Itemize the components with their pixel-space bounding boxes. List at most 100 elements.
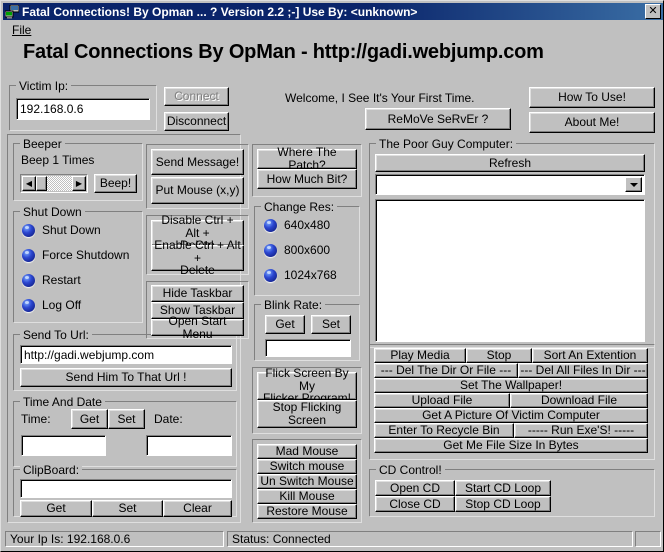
beeper-group: Beeper Beep 1 Times ◀ ▶ Beep! — [13, 143, 143, 201]
right-arrow-icon[interactable]: ▶ — [72, 176, 86, 191]
open-cd-button[interactable]: Open CD — [375, 480, 455, 496]
put-mouse-button[interactable]: Put Mouse (x,y) — [151, 177, 244, 204]
clipboard-clear-button[interactable]: Clear — [163, 500, 232, 517]
status-connection: Status: Connected — [227, 531, 633, 547]
cd-control-group-title: CD Control! — [376, 463, 445, 477]
kill-mouse-button[interactable]: Kill Mouse — [257, 489, 357, 504]
blink-set-button[interactable]: Set — [311, 315, 351, 334]
radio-shutdown[interactable] — [22, 224, 35, 237]
chevron-down-icon[interactable] — [625, 177, 642, 192]
radio-res-640x480[interactable] — [264, 219, 277, 232]
restore-mouse-button[interactable]: Restore Mouse — [257, 504, 357, 519]
mad-mouse-button[interactable]: Mad Mouse — [257, 444, 357, 459]
title-bar: Fatal Connections! By Opman ... ? Versio… — [3, 3, 663, 20]
date-label: Date: — [154, 412, 183, 426]
disconnect-button[interactable]: Disconnect — [164, 112, 229, 131]
clipboard-get-button[interactable]: Get — [20, 500, 92, 517]
blink-rate-group-title: Blink Rate: — [261, 298, 325, 312]
about-me-button[interactable]: About Me! — [529, 112, 655, 133]
clipboard-group-title: ClipBoard: — [20, 463, 82, 477]
close-cd-button[interactable]: Close CD — [375, 496, 455, 512]
mouse-group: Mad Mouse Switch mouse Un Switch Mouse K… — [252, 439, 362, 523]
time-and-date-group: Time And Date Time: Get Set Date: — [13, 401, 237, 467]
file-size-button[interactable]: Get Me File Size In Bytes — [374, 438, 648, 453]
close-icon[interactable] — [645, 4, 661, 19]
send-message-button[interactable]: Send Message! — [151, 149, 244, 175]
blink-get-button[interactable]: Get — [265, 315, 305, 334]
patch-group: Where The Patch? How Much Bit? — [252, 144, 362, 197]
connect-button[interactable]: Connect — [164, 87, 229, 106]
play-media-button[interactable]: Play Media — [374, 348, 466, 363]
menu-file-label: File — [12, 23, 31, 37]
enable-ctrl-alt-delete-button[interactable]: Enable Ctrl + Alt + Delete — [151, 245, 244, 271]
radio-log-off-label: Log Off — [42, 298, 81, 312]
radio-force-shutdown[interactable] — [22, 249, 35, 262]
download-file-button[interactable]: Download File — [510, 393, 648, 408]
taskbar-group: Hide Taskbar Show Taskbar Open Start Men… — [146, 281, 249, 339]
flick-screen-button[interactable]: Flick Screen By My Flicker Program! — [257, 372, 357, 400]
menu-bar: File — [3, 22, 663, 39]
radio-force-shutdown-label: Force Shutdown — [42, 248, 129, 262]
recycle-bin-button[interactable]: Enter To Recycle Bin — [374, 423, 514, 438]
stop-button[interactable]: Stop — [466, 348, 532, 363]
time-label: Time: — [21, 412, 51, 426]
blink-rate-group: Blink Rate: Get Set — [254, 304, 360, 361]
del-all-files-button[interactable]: --- Del All Files In Dir --- — [518, 363, 648, 378]
start-cd-loop-button[interactable]: Start CD Loop — [455, 480, 551, 496]
where-the-patch-button[interactable]: Where The Patch? — [257, 149, 357, 169]
ctrl-alt-delete-group: Disable Ctrl + Alt + Delete Enable Ctrl … — [146, 215, 249, 275]
stop-flicking-button[interactable]: Stop Flicking Screen — [257, 400, 357, 428]
time-set-button[interactable]: Set — [108, 409, 145, 429]
clipboard-set-button[interactable]: Set — [92, 500, 163, 517]
run-exe-button[interactable]: ----- Run Exe'S! ----- — [514, 423, 648, 438]
clipboard-group: ClipBoard: Get Set Clear — [13, 469, 237, 517]
refresh-button[interactable]: Refresh — [375, 154, 645, 172]
radio-res-1024x768[interactable] — [264, 269, 277, 282]
scroll-thumb[interactable] — [36, 176, 47, 191]
upload-file-button[interactable]: Upload File — [374, 393, 510, 408]
drive-select[interactable] — [375, 174, 645, 195]
file-list[interactable] — [375, 199, 645, 342]
time-input[interactable] — [21, 435, 106, 456]
send-url-input[interactable]: http://gadi.webjump.com — [20, 345, 232, 364]
del-dir-or-file-button[interactable]: --- Del The Dir Or File --- — [374, 363, 518, 378]
time-get-button[interactable]: Get — [71, 409, 108, 429]
flicker-group: Flick Screen By My Flicker Program! Stop… — [252, 367, 362, 434]
status-your-ip: Your Ip Is: 192.168.0.6 — [5, 531, 224, 547]
victim-ip-group-title: Victim Ip: — [16, 79, 71, 93]
blink-rate-input[interactable] — [265, 339, 351, 357]
file-operations-group: Play Media Stop Sort An Extention --- De… — [369, 344, 655, 460]
radio-restart[interactable] — [22, 274, 35, 287]
shutdown-group: Shut Down Shut Down Force Shutdown Resta… — [13, 211, 143, 323]
poor-guy-group-title: The Poor Guy Computer: — [376, 137, 516, 151]
radio-res-800x600-label: 800x600 — [284, 243, 330, 257]
send-him-to-url-button[interactable]: Send Him To That Url ! — [20, 368, 232, 387]
victim-ip-input[interactable]: 192.168.0.6 — [16, 98, 150, 120]
date-input[interactable] — [146, 435, 232, 456]
beep-button[interactable]: Beep! — [94, 174, 137, 193]
hide-taskbar-button[interactable]: Hide Taskbar — [151, 285, 244, 302]
clipboard-input[interactable] — [20, 479, 232, 498]
beep-count-slider[interactable]: ◀ ▶ — [20, 174, 88, 193]
change-res-group: Change Res: 640x480 800x600 1024x768 — [254, 206, 360, 296]
un-switch-mouse-button[interactable]: Un Switch Mouse — [257, 474, 357, 489]
how-to-use-button[interactable]: How To Use! — [529, 87, 655, 108]
stop-cd-loop-button[interactable]: Stop CD Loop — [455, 496, 551, 512]
sort-extention-button[interactable]: Sort An Extention — [532, 348, 648, 363]
radio-restart-label: Restart — [42, 273, 81, 287]
beeper-group-title: Beeper — [20, 137, 65, 151]
get-picture-button[interactable]: Get A Picture Of Victim Computer — [374, 408, 648, 423]
switch-mouse-button[interactable]: Switch mouse — [257, 459, 357, 474]
radio-log-off[interactable] — [22, 299, 35, 312]
open-start-menu-button[interactable]: Open Start Menu — [151, 319, 244, 336]
how-much-bit-button[interactable]: How Much Bit? — [257, 169, 357, 189]
page-title: Fatal Connections By OpMan - http://gadi… — [23, 41, 544, 64]
radio-res-800x600[interactable] — [264, 244, 277, 257]
remove-server-button[interactable]: ReMoVe SeRvEr ? — [365, 108, 511, 130]
menu-file[interactable]: File — [8, 22, 35, 38]
network-computer-icon — [5, 5, 19, 19]
left-arrow-icon[interactable]: ◀ — [22, 176, 36, 191]
beep-count-label: Beep 1 Times — [21, 153, 94, 167]
set-wallpaper-button[interactable]: Set The Wallpaper! — [374, 378, 648, 393]
welcome-message: Welcome, I See It's Your First Time. — [285, 91, 474, 105]
